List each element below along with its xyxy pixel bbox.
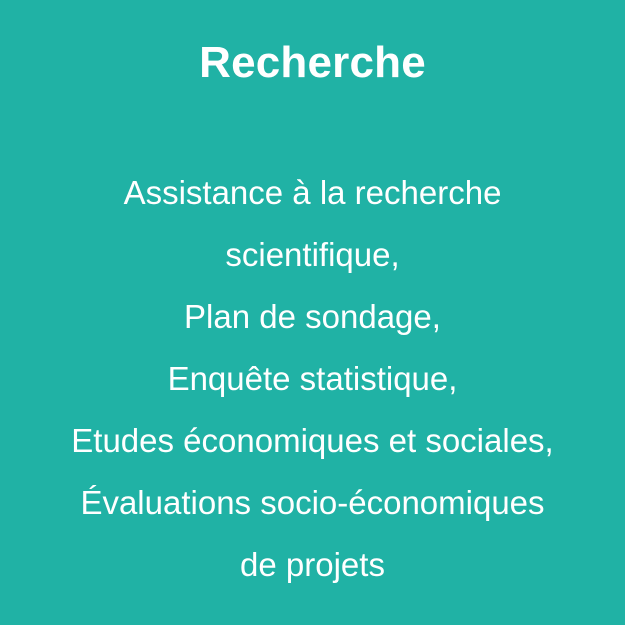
service-card: Recherche Assistance à la recherche scie… [0,0,625,625]
description-line: Plan de sondage, [184,298,441,335]
card-title: Recherche [199,38,426,87]
description-line: Enquête statistique, [167,360,458,397]
description-line: de projets [240,546,385,583]
description-line: Etudes économiques et sociales, [71,422,554,459]
description-line: Évaluations socio-économiques [80,484,545,521]
description-line: scientifique, [225,236,400,273]
service-description: Assistance à la recherche scientifique, … [0,162,625,596]
description-line: Assistance à la recherche [123,174,502,211]
